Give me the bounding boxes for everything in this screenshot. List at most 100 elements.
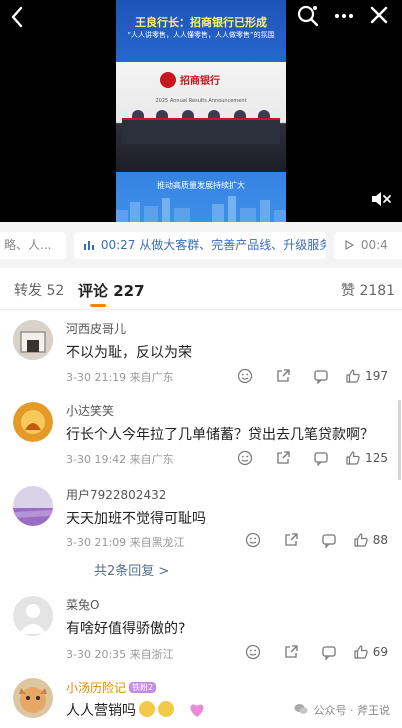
emoji-face-icon bbox=[139, 701, 155, 717]
tab-comments-label: 评论 bbox=[78, 282, 109, 300]
video-subheadline: “人人讲零售，人人懂零售，人人做零售”的氛围 bbox=[127, 31, 275, 39]
back-icon[interactable] bbox=[10, 6, 24, 33]
reply-icon[interactable] bbox=[311, 448, 331, 468]
comment-text: 有啥好值得骄傲的? bbox=[66, 621, 186, 637]
emoji-face-icon bbox=[158, 701, 174, 717]
comment-text: 人人营销吗 bbox=[66, 703, 136, 719]
avatar[interactable] bbox=[13, 486, 53, 526]
like-button[interactable]: 69 bbox=[353, 644, 388, 660]
reply-icon[interactable] bbox=[319, 530, 339, 550]
related-clip-chip-active[interactable]: 00:27 从做大客群、完善产品线、升级服务... bbox=[74, 232, 326, 259]
comment-item: 用户7922802432 天天加班不觉得可耻吗 3-30 21:09 来自黑龙江… bbox=[0, 480, 402, 586]
tab-reposts-count: 52 bbox=[46, 283, 65, 299]
related-clips-strip: 略、人... 00:27 从做大客群、完善产品线、升级服务... 00:4 bbox=[0, 222, 402, 268]
bank-name: 招商银行 bbox=[180, 76, 220, 87]
mute-icon[interactable] bbox=[370, 190, 392, 208]
tab-likes-count: 2181 bbox=[359, 283, 396, 299]
fan-badge: 铁粉2 bbox=[129, 682, 157, 693]
search-icon[interactable] bbox=[296, 4, 320, 33]
active-tab-indicator bbox=[90, 304, 106, 307]
comment-time: 3-30 21:19 bbox=[66, 371, 127, 384]
tab-comments[interactable]: 评论 227 bbox=[78, 280, 145, 301]
audio-bars-icon bbox=[84, 241, 94, 250]
like-count: 88 bbox=[372, 533, 388, 547]
comment-time: 3-30 21:09 bbox=[66, 536, 127, 549]
tab-comments-count: 227 bbox=[113, 282, 145, 300]
related-clip-chip[interactable]: 00:4 bbox=[334, 232, 402, 259]
reply-icon[interactable] bbox=[319, 642, 339, 662]
view-replies-link[interactable]: 共2条回复 > bbox=[94, 560, 169, 579]
video-stage: 招商银行 2025 Annual Results Announcement bbox=[116, 62, 286, 172]
comment-username[interactable]: 用户7922802432 bbox=[66, 486, 166, 503]
comment-username[interactable]: 小达笑笑 bbox=[66, 402, 114, 419]
comment-text: 天天加班不觉得可耻吗 bbox=[66, 511, 206, 527]
comment-username[interactable]: 小汤历险记 bbox=[66, 681, 126, 695]
comment-item: 河西皮哥儿 不以为耻，反以为荣 3-30 21:19 来自广东 197 bbox=[0, 312, 402, 392]
comment-text: 不以为耻，反以为荣 bbox=[66, 345, 192, 361]
scrollbar[interactable] bbox=[398, 400, 401, 480]
wechat-icon bbox=[294, 704, 308, 714]
bank-logo: 招商银行 bbox=[160, 70, 242, 92]
avatar[interactable] bbox=[13, 320, 53, 360]
comment-time: 3-30 19:42 bbox=[66, 453, 127, 466]
like-button[interactable]: 88 bbox=[353, 532, 388, 548]
watermark-text: 公众号 · 斧王说 bbox=[313, 704, 391, 717]
comment-source: 来自黑龙江 bbox=[129, 536, 185, 549]
clip-time: 00:4 bbox=[360, 238, 388, 252]
comment-text: 行长个人今年拉了几单储蓄？贷出去几笔贷款啊？ bbox=[66, 427, 374, 443]
clip-description: 从做大客群、完善产品线、升级服务... bbox=[139, 238, 326, 252]
emoji-reaction-icon[interactable] bbox=[235, 366, 255, 386]
share-icon[interactable] bbox=[273, 366, 293, 386]
skyline-graphic bbox=[116, 196, 286, 222]
emoji-reaction-icon[interactable] bbox=[235, 448, 255, 468]
related-clip-label: 略、人... bbox=[4, 238, 52, 252]
like-button[interactable]: 197 bbox=[345, 368, 388, 384]
comment-text-row: 人人营销吗 bbox=[66, 700, 174, 720]
reply-icon[interactable] bbox=[311, 366, 331, 386]
thumbs-up-icon bbox=[354, 645, 368, 659]
comment-username-row: 小汤历险记 铁粉2 bbox=[66, 679, 157, 696]
comment-time: 3-30 20:35 bbox=[66, 648, 127, 661]
video-player[interactable]: 王良行长：招商银行已形成 “人人讲零售，人人懂零售，人人做零售”的氛围 招商银行… bbox=[0, 0, 402, 222]
close-icon[interactable] bbox=[368, 4, 390, 31]
thumbs-up-icon bbox=[346, 451, 360, 465]
video-subtitle: 推动高质量发展持续扩大 bbox=[157, 181, 245, 190]
more-icon[interactable] bbox=[332, 4, 356, 33]
emoji-reaction-icon[interactable] bbox=[243, 642, 263, 662]
comment-item: 小汤历险记 铁粉2 人人营销吗 bbox=[0, 674, 402, 728]
tab-likes[interactable]: 赞 2181 bbox=[341, 280, 395, 300]
comment-source: 来自广东 bbox=[129, 453, 174, 466]
share-icon[interactable] bbox=[273, 448, 293, 468]
emoji-reaction-icon[interactable] bbox=[243, 530, 263, 550]
heart-sticker-icon bbox=[188, 702, 206, 722]
avatar[interactable] bbox=[13, 596, 53, 636]
share-icon[interactable] bbox=[281, 642, 301, 662]
avatar[interactable] bbox=[13, 402, 53, 442]
share-icon[interactable] bbox=[281, 530, 301, 550]
comment-username[interactable]: 菜兔O bbox=[66, 596, 99, 613]
event-banner: 2025 Annual Results Announcement bbox=[155, 98, 247, 104]
clip-time: 00:27 bbox=[100, 238, 136, 252]
comment-item: 菜兔O 有啥好值得骄傲的? 3-30 20:35 来自浙江 69 bbox=[0, 592, 402, 672]
tab-reposts[interactable]: 转发 52 bbox=[14, 280, 64, 300]
thumbs-up-icon bbox=[354, 533, 368, 547]
tab-reposts-label: 转发 bbox=[14, 283, 42, 299]
tab-likes-label: 赞 bbox=[341, 283, 355, 299]
play-icon bbox=[345, 239, 355, 251]
comment-item: 小达笑笑 行长个人今年拉了几单储蓄？贷出去几笔贷款啊？ 3-30 19:42 来… bbox=[0, 394, 402, 474]
comment-source: 来自广东 bbox=[129, 371, 174, 384]
bank-logo-mark bbox=[160, 72, 176, 88]
avatar[interactable] bbox=[13, 678, 53, 718]
like-count: 69 bbox=[372, 645, 388, 659]
comment-username[interactable]: 河西皮哥儿 bbox=[66, 320, 126, 337]
conference-table bbox=[122, 118, 280, 144]
like-button[interactable]: 125 bbox=[345, 450, 388, 466]
related-clip-chip[interactable]: 略、人... bbox=[0, 232, 66, 259]
video-headline: 王良行长：招商银行已形成 bbox=[135, 16, 267, 29]
like-count: 125 bbox=[365, 451, 388, 465]
thumbs-up-icon bbox=[346, 369, 360, 383]
comment-source: 来自浙江 bbox=[129, 648, 174, 661]
like-count: 197 bbox=[365, 369, 388, 383]
watermark: 公众号 · 斧王说 bbox=[294, 702, 390, 718]
video-frame: 王良行长：招商银行已形成 “人人讲零售，人人懂零售，人人做零售”的氛围 招商银行… bbox=[116, 0, 286, 222]
